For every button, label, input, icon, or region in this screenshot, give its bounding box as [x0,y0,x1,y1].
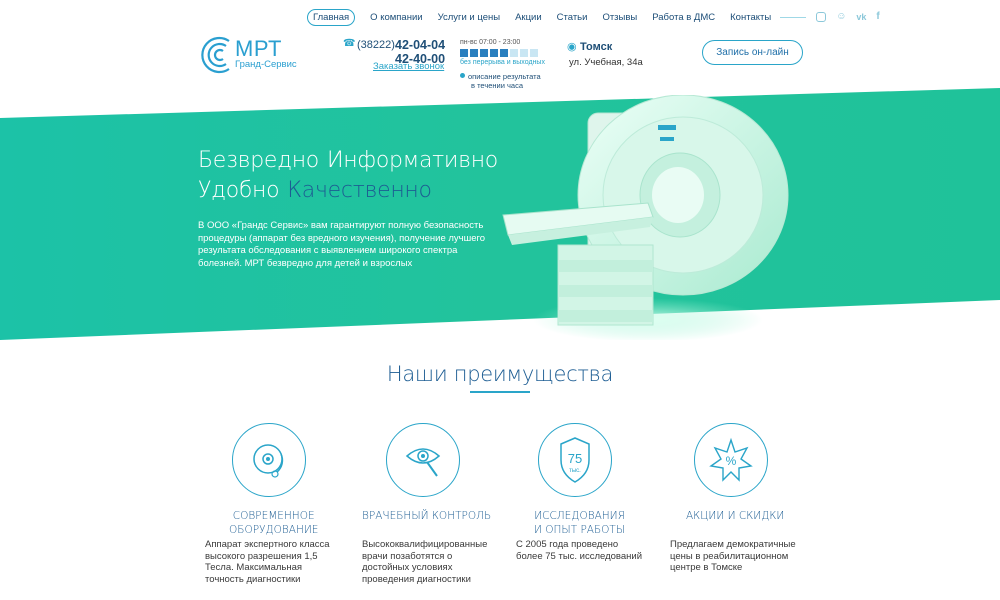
top-navigation: Главная О компании Услуги и цены Акции С… [307,8,880,26]
badge-unit: тыс. [569,468,581,474]
hero-word-3: Удобно [198,178,280,203]
nav-divider [780,16,807,18]
card-text: Высококвалифицированные врачи позаботятс… [362,539,488,585]
result-line-1: описание результата [468,72,541,81]
card-text: Аппарат экспертного класса высокого разр… [205,539,330,585]
svg-text:%: % [726,454,737,468]
eye-magnifier-icon [386,423,460,497]
shield-75-icon: 75 тыс. [538,423,612,497]
street-address: ул. Учебная, 34а [569,57,643,68]
odnoklassniki-icon[interactable]: ☺ [836,12,846,22]
hours-week-bar [460,49,550,57]
day-cell [510,49,518,57]
day-cell [500,49,508,57]
phone-icon: ☎ [343,38,356,49]
nav-item-contacts[interactable]: Контакты [730,12,771,23]
nav-item-reviews[interactable]: Отзывы [602,12,637,23]
result-note: описание результата в течении часа [460,72,541,90]
hero-word-2: Информативно [326,148,498,173]
card-title-line-1: ИССЛЕДОВАНИЯ [534,510,625,522]
day-cell [490,49,498,57]
online-booking-button[interactable]: Запись он-лайн [702,40,803,65]
title-underline [470,391,530,393]
card-title: ВРАЧЕБНЫЙ КОНТРОЛЬ [362,509,491,523]
card-title-line-1: ВРАЧЕБНЫЙ КОНТРОЛЬ [362,510,492,522]
hero-description: В ООО «Грандс Сервис» вам гарантируют по… [198,220,486,269]
vk-icon[interactable]: vk [856,12,866,22]
day-cell [520,49,528,57]
hours-label: пн-вс 07:00 - 23:00 [460,39,521,46]
city-name: Томск [580,41,613,53]
card-title-line-2: ОБОРУДОВАНИЕ [229,524,319,536]
social-links: ☺ vk f [816,12,880,22]
advantages-title: Наши преимущества [386,362,614,386]
working-hours: пн-вс 07:00 - 23:00 без перерыва и выход… [460,39,550,66]
day-cell [530,49,538,57]
nav-item-promotions[interactable]: Акции [515,12,542,23]
day-cell [470,49,478,57]
instagram-icon[interactable] [816,12,827,22]
nav-item-home[interactable]: Главная [307,8,356,26]
callback-link[interactable]: Заказать звонок [373,61,444,72]
card-title: СОВРЕМЕННОЕ ОБОРУДОВАНИЕ [229,509,318,537]
hero-word-1: Безвредно [198,148,319,173]
day-cell [460,49,468,57]
nav-item-about[interactable]: О компании [370,12,422,23]
card-title-line-1: АКЦИИ И СКИДКИ [686,510,785,522]
logo-subtitle: Гранд-Сервис [235,59,297,70]
bullet-icon [460,73,465,78]
day-cell [480,49,488,57]
facebook-icon[interactable]: f [876,12,879,22]
hours-note: без перерыва и выходных [460,59,545,66]
card-text: С 2005 года проведено более 75 тыс. иссл… [516,539,643,562]
location-pin-icon: ◉ [567,41,577,53]
card-title-line-1: СОВРЕМЕННОЕ [232,510,315,522]
logo-mark-icon [201,36,230,74]
phone-number-1[interactable]: 42-04-04 [395,38,445,52]
nav-item-services[interactable]: Услуги и цены [438,12,501,23]
hero-word-4: Качественно [287,178,432,203]
percent-star-icon: % [694,423,768,497]
card-text: Предлагаем демократичные цены в реабилит… [670,539,796,573]
card-title: ИССЛЕДОВАНИЯ И ОПЫТ РАБОТЫ [534,509,625,537]
nav-item-articles[interactable]: Статьи [557,12,588,23]
phone-code: (38222) [357,39,395,51]
card-title: АКЦИИ И СКИДКИ [686,509,784,523]
card-title-line-2: И ОПЫТ РАБОТЫ [534,524,626,536]
nav-item-dms[interactable]: Работа в ДМС [652,12,715,23]
hero-headline: Безвредно Информативно Удобно Качественно [198,146,498,206]
logo[interactable]: МРТ Гранд-Сервис [199,35,309,75]
result-line-2: в течении часа [471,81,524,90]
mri-scanner-image [502,95,789,340]
badge-number: 75 [568,451,582,466]
scanner-icon [232,423,306,497]
